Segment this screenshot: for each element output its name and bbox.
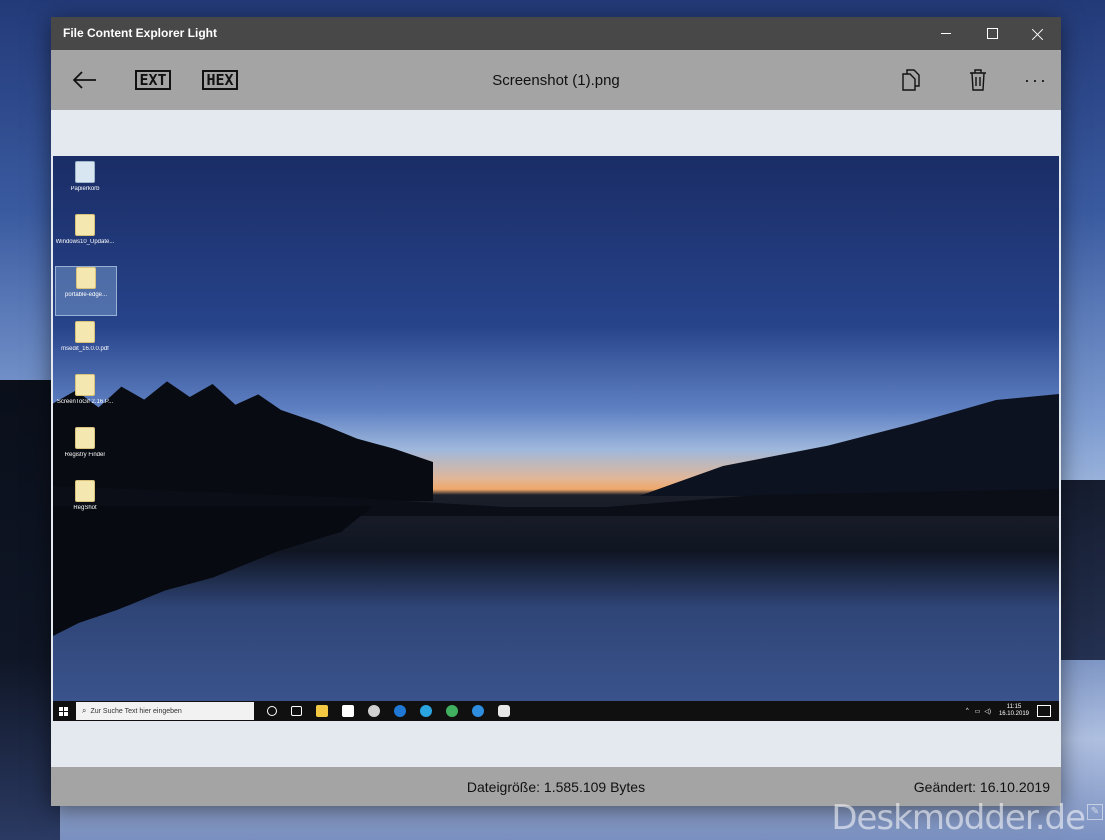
edge-icon: [394, 705, 406, 717]
preview-search-box: ⌕ Zur Suche Text hier eingeben: [76, 702, 254, 720]
file-icon: [75, 214, 95, 236]
desktop-icon: Registry Finder: [55, 427, 115, 459]
desktop-icon: Windows10_Update...: [55, 214, 115, 246]
file-icon: [75, 427, 95, 449]
edge-dev-icon: [420, 705, 432, 717]
window-title: File Content Explorer Light: [63, 26, 218, 40]
pencil-icon: ✎: [1087, 804, 1103, 820]
desktop-icon: portable-edge...: [55, 266, 117, 316]
preview-mountain: [639, 394, 1059, 496]
windows-logo-icon: [58, 706, 68, 716]
maximize-icon: [986, 28, 998, 39]
file-icon: [75, 321, 95, 343]
desktop-icon-label: ScreenToGif 2.16.P...: [56, 399, 114, 405]
settings-icon: [368, 705, 380, 717]
network-icon: ▭: [974, 708, 981, 715]
app-window: File Content Explorer Light EXT HEX Scre…: [51, 17, 1061, 806]
watermark: Deskmodder.de: [831, 798, 1086, 838]
maximize-button[interactable]: [969, 17, 1015, 50]
desktop-icon-label: portable-edge...: [64, 292, 108, 298]
desktop-icon-label: msedit_16.0.0.pdf: [61, 346, 109, 352]
background-hill: [1060, 480, 1105, 660]
explorer-icon: [316, 705, 328, 717]
recycle-bin-icon: [75, 161, 95, 183]
desktop-icon-label: Registry Finder: [64, 452, 106, 458]
desktop-icon-label: Windows10_Update...: [55, 239, 115, 245]
desktop-icon-label: Papierkorb: [70, 186, 100, 192]
store-icon: [342, 705, 354, 717]
image-preview: Papierkorb Windows10_Update... portable-…: [53, 156, 1059, 721]
preview-date: 16.10.2019: [998, 711, 1029, 717]
desktop-icon: msedit_16.0.0.pdf: [55, 321, 115, 353]
file-size-label: Dateigröße: 1.585.109 Bytes: [466, 779, 646, 795]
more-button[interactable]: ···: [1021, 50, 1051, 110]
minimize-button[interactable]: [923, 17, 969, 50]
preview-reflection: [53, 506, 373, 636]
task-view-icon: [291, 706, 302, 716]
file-icon: [76, 267, 96, 289]
preview-search-placeholder: Zur Suche Text hier eingeben: [90, 707, 182, 715]
desktop-icon-label: RegShot: [73, 505, 97, 511]
file-icon: [75, 374, 95, 396]
desktop-icon: ScreenToGif 2.16.P...: [55, 374, 115, 406]
cortana-icon: [267, 706, 277, 716]
preview-system-tray: ^ ▭ ◁) 11:15 16.10.2019: [966, 704, 1059, 718]
copy-icon: [902, 69, 920, 91]
more-icon: ···: [1024, 69, 1048, 90]
modified-date-label: Geändert: 16.10.2019: [913, 779, 1050, 795]
trash-icon: [970, 69, 986, 91]
preview-taskbar-icons: [260, 705, 517, 717]
close-button[interactable]: [1015, 17, 1061, 50]
notification-icon: [1037, 705, 1051, 717]
content-padding-top: [51, 110, 1061, 156]
search-icon: ⌕: [82, 706, 87, 715]
preview-time: 11:15: [1006, 704, 1022, 710]
desktop-icon: Papierkorb: [55, 161, 115, 193]
close-icon: [1032, 28, 1044, 40]
preview-clock: 11:15 16.10.2019: [999, 704, 1029, 718]
volume-icon: ◁): [984, 708, 991, 715]
desktop-icon: RegShot: [55, 480, 115, 512]
tray-chevron-icon: ^: [965, 708, 969, 714]
file-icon: [75, 480, 95, 502]
copy-button[interactable]: [896, 50, 926, 110]
preview-taskbar: ⌕ Zur Suche Text hier eingeben ^ ▭ ◁) 11…: [53, 701, 1059, 721]
edge-canary-icon: [446, 705, 458, 717]
content-padding-bottom: [51, 721, 1061, 767]
shield-icon: [498, 705, 510, 717]
edge-beta-icon: [472, 705, 484, 717]
title-bar[interactable]: File Content Explorer Light: [51, 17, 1061, 50]
preview-start-button: [53, 701, 73, 721]
delete-button[interactable]: [963, 50, 993, 110]
minimize-icon: [941, 33, 951, 34]
toolbar: EXT HEX Screenshot (1).png ···: [51, 50, 1061, 110]
